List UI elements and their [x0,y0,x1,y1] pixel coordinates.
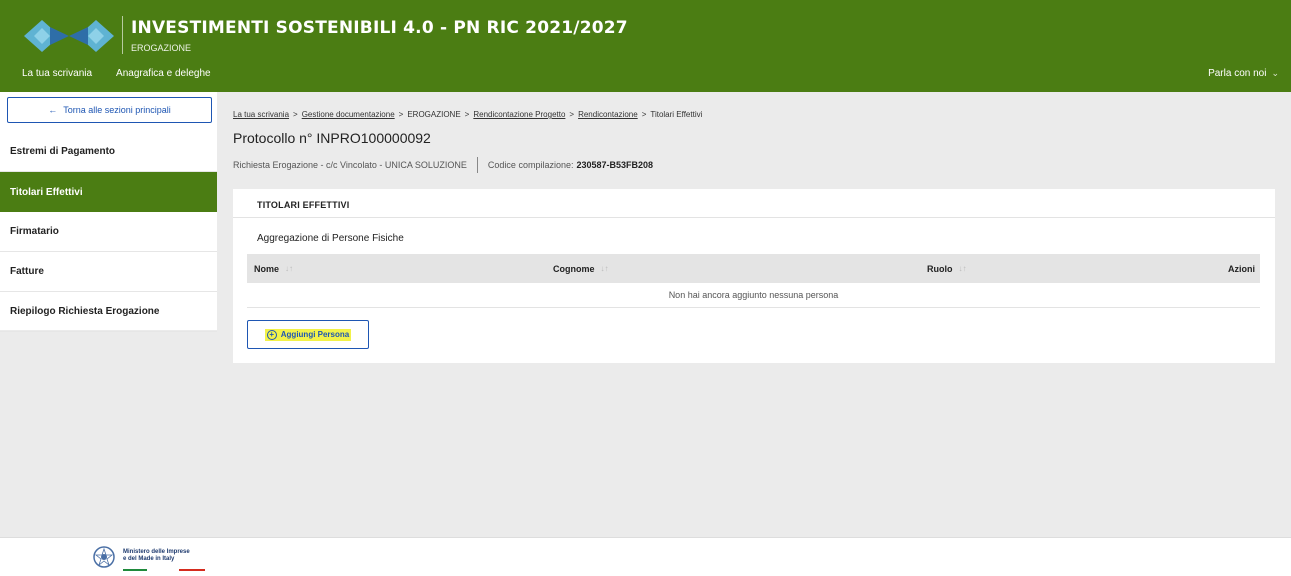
add-person-inner: + Aggiungi Persona [264,328,352,341]
sidebar-item-label: Estremi di Pagamento [10,146,116,157]
chat-menu[interactable]: Parla con noi ⌄ [1208,68,1279,79]
sidebar-item-label: Riepilogo Richiesta Erogazione [10,306,160,317]
plus-circle-icon: + [266,329,277,340]
breadcrumb: La tua scrivania > Gestione documentazione… [233,110,703,119]
republic-emblem-icon [93,546,115,568]
empty-state: Non hai ancora aggiunto nessuna persona [247,283,1260,308]
code-label: Codice compilazione: [487,160,574,170]
sidebar-item-label: Fatture [10,266,44,277]
column-label: Cognome [553,263,595,274]
app-logo-icon[interactable] [20,16,118,56]
titolari-card: TITOLARI EFFETTIVI Aggregazione di Perso… [233,189,1275,363]
sidebar-item-label: Firmatario [10,226,59,237]
arrow-left-icon: ← [48,105,58,115]
chat-label: Parla con noi [1208,68,1267,79]
ministry-line1: Ministero delle Imprese [123,549,190,555]
nav-scrivania[interactable]: La tua scrivania [22,68,92,79]
breadcrumb-erogazione: EROGAZIONE [407,110,461,119]
table-header: Nome ↓↑ Cognome ↓↑ Ruolo ↓↑ Azioni [247,254,1260,283]
app-subtitle: EROGAZIONE [131,43,192,53]
sidebar-item-label: Titolari Effettivi [10,186,83,198]
sidebar: ← Torna alle sezioni principali Estremi … [0,92,217,332]
request-info: Richiesta Erogazione - c/c Vincolato - U… [233,157,653,173]
column-label: Azioni [1228,263,1255,274]
sidebar-item-riepilogo[interactable]: Riepilogo Richiesta Erogazione [0,292,217,332]
column-label: Nome [254,263,280,274]
footer: Ministero delle Imprese e del Made in It… [0,537,1291,576]
column-ruolo[interactable]: Ruolo ↓↑ [927,254,967,283]
section-title: Aggregazione di Persone Fisiche [257,233,404,244]
nav-anagrafica[interactable]: Anagrafica e deleghe [116,68,211,79]
back-label: Torna alle sezioni principali [63,105,171,115]
code-value: 230587-B53FB208 [576,160,654,170]
card-divider [233,217,1275,218]
app-title: INVESTIMENTI SOSTENIBILI 4.0 - PN RIC 20… [131,18,628,38]
app-header: INVESTIMENTI SOSTENIBILI 4.0 - PN RIC 20… [0,0,1291,92]
sort-icon[interactable]: ↓↑ [959,264,967,273]
request-type: Richiesta Erogazione - c/c Vincolato - U… [233,160,467,170]
card-title: TITOLARI EFFETTIVI [257,200,350,210]
sidebar-item-fatture[interactable]: Fatture [0,252,217,292]
logo-divider [122,16,123,54]
column-nome[interactable]: Nome ↓↑ [254,254,293,283]
add-person-label: Aggiungi Persona [280,330,350,339]
sidebar-item-firmatario[interactable]: Firmatario [0,212,217,252]
ministry-name: Ministero delle Imprese e del Made in It… [123,549,190,563]
sidebar-item-titolari[interactable]: Titolari Effettivi [0,172,217,212]
sort-icon[interactable]: ↓↑ [285,264,293,273]
page-title: Protocollo n° INPRO100000092 [233,130,431,146]
top-nav: La tua scrivania Anagrafica e deleghe [22,68,211,79]
sort-icon[interactable]: ↓↑ [601,264,609,273]
breadcrumb-scrivania[interactable]: La tua scrivania [233,110,289,119]
breadcrumb-rendicontazione-progetto[interactable]: Rendicontazione Progetto [473,110,565,119]
sidebar-item-estremi[interactable]: Estremi di Pagamento [0,132,217,172]
column-azioni: Azioni [1228,254,1255,283]
add-person-button[interactable]: + Aggiungi Persona [247,320,369,349]
info-divider [476,157,478,173]
ministry-line2: e del Made in Italy [123,556,175,562]
column-label: Ruolo [927,263,953,274]
breadcrumb-gestione[interactable]: Gestione documentazione [302,110,395,119]
flag-stripe [123,569,205,571]
breadcrumb-rendicontazione[interactable]: Rendicontazione [578,110,638,119]
chevron-down-icon: ⌄ [1271,68,1279,78]
column-cognome[interactable]: Cognome ↓↑ [553,254,609,283]
back-button[interactable]: ← Torna alle sezioni principali [7,97,212,123]
breadcrumb-current: Titolari Effettivi [650,110,703,119]
